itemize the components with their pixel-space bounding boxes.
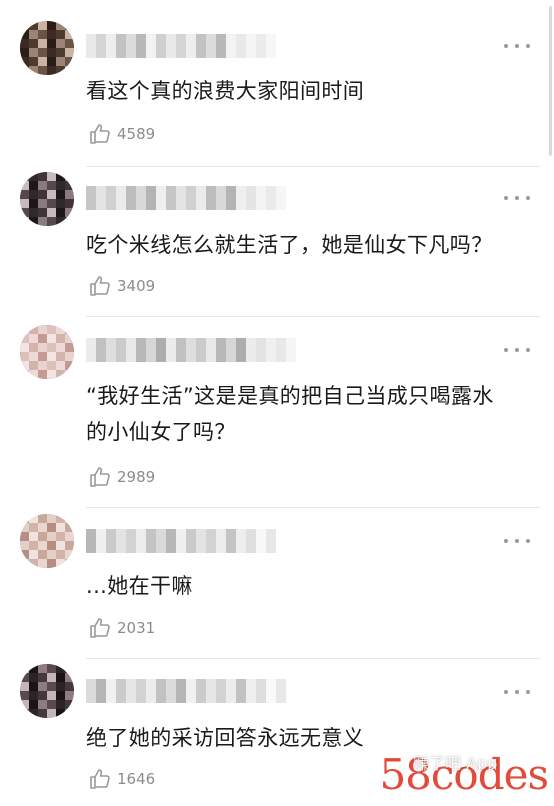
username-mosaic-block [276,679,286,703]
avatar-pixel [65,682,74,691]
username-mosaic-block [246,679,256,703]
username-mosaic-block [176,679,186,703]
username-mosaic-block [206,679,216,703]
avatar-pixel [20,682,29,691]
username[interactable] [86,679,296,703]
avatar-pixel [29,682,38,691]
username-mosaic-block [166,679,176,703]
username-mosaic-block [186,679,196,703]
avatar-pixel [65,700,74,709]
avatar-pixel [47,691,56,700]
scrollbar[interactable] [549,6,552,156]
thumbs-up-icon[interactable] [88,767,112,791]
avatar-pixel [20,664,29,673]
avatar-pixel [29,673,38,682]
avatar-pixel [38,664,47,673]
avatar-pixel [47,682,56,691]
avatar-pixel [56,691,65,700]
avatar-pixel [20,709,29,718]
avatar-pixel [47,664,56,673]
username-mosaic-block [106,679,116,703]
avatar-pixel [20,700,29,709]
username-mosaic-block [256,679,266,703]
avatar-pixel [47,673,56,682]
avatar-pixel [56,673,65,682]
avatar-pixel [29,700,38,709]
comments-screen: 看这个真的浪费大家阳间时间 4589 吃个米线怎么就生活了，她是仙女下凡吗？ 3… [0,0,554,806]
more-dots-icon[interactable] [504,688,530,696]
avatar-pixel [38,691,47,700]
avatar-pixel [38,700,47,709]
avatar-pixel [20,691,29,700]
watermark-app-text: 赚了吧 App [413,754,498,773]
like-count: 1646 [117,770,156,788]
username-mosaic-block [236,679,246,703]
avatar-pixel [65,691,74,700]
username-mosaic-block [266,679,276,703]
username-mosaic-block [216,679,226,703]
avatar-pixel [38,709,47,718]
like-button[interactable]: 1646 [88,766,155,792]
comment-item: 绝了她的采访回答永远无意义 1646 [0,0,554,806]
username-mosaic-block [96,679,106,703]
avatar-pixel [65,709,74,718]
avatar-pixel [29,709,38,718]
username-mosaic-block [156,679,166,703]
avatar-pixel [56,709,65,718]
avatar-pixel [20,673,29,682]
avatar-pixel [29,664,38,673]
watermark: 赚了吧 App 58codes [379,748,549,798]
username-mosaic-block [196,679,206,703]
avatar-pixel [29,691,38,700]
username-mosaic-block [86,679,96,703]
username-mosaic-block [126,679,136,703]
avatar-pixel [56,700,65,709]
avatar-pixel [56,664,65,673]
username-mosaic-block [146,679,156,703]
avatar-pixel [47,700,56,709]
username-mosaic-block [116,679,126,703]
avatar-pixel [47,709,56,718]
avatar-pixel [38,682,47,691]
avatar[interactable] [20,664,74,718]
avatar-pixel [38,673,47,682]
username-mosaic-block [136,679,146,703]
avatar-pixel [65,664,74,673]
username-mosaic-block [226,679,236,703]
avatar-pixel [56,682,65,691]
avatar-pixel [65,673,74,682]
